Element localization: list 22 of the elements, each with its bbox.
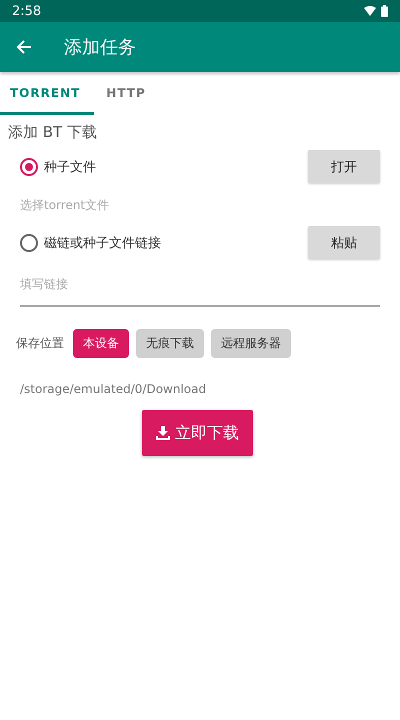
back-arrow-icon[interactable]: [16, 39, 32, 55]
radio-label[interactable]: 磁链或种子文件链接: [44, 234, 161, 252]
download-button[interactable]: 立即下载: [142, 410, 252, 456]
action-button[interactable]: 打开: [308, 150, 380, 183]
download-icon: [155, 425, 171, 441]
location-chip[interactable]: 本设备: [73, 329, 129, 358]
section-title: 添加 BT 下载: [8, 123, 98, 142]
clock-time: 2:58: [12, 4, 42, 18]
location-chip[interactable]: 无痕下载: [136, 329, 204, 358]
location-chip[interactable]: 远程服务器: [211, 329, 291, 358]
wifi-icon: [364, 6, 376, 16]
tab[interactable]: TORRENT: [0, 73, 94, 115]
action-button[interactable]: 粘贴: [308, 226, 380, 259]
radio-button[interactable]: [20, 158, 38, 176]
page-title: 添加任务: [64, 36, 136, 59]
radio-label[interactable]: 种子文件: [44, 158, 96, 176]
save-path: /storage/emulated/0/Download: [20, 382, 208, 396]
battery-icon: [381, 5, 388, 17]
radio-button[interactable]: [20, 234, 38, 252]
hint-text: 选择torrent文件: [19, 197, 110, 214]
tab[interactable]: HTTP: [94, 73, 158, 115]
save-location-label: 保存位置: [16, 335, 64, 352]
